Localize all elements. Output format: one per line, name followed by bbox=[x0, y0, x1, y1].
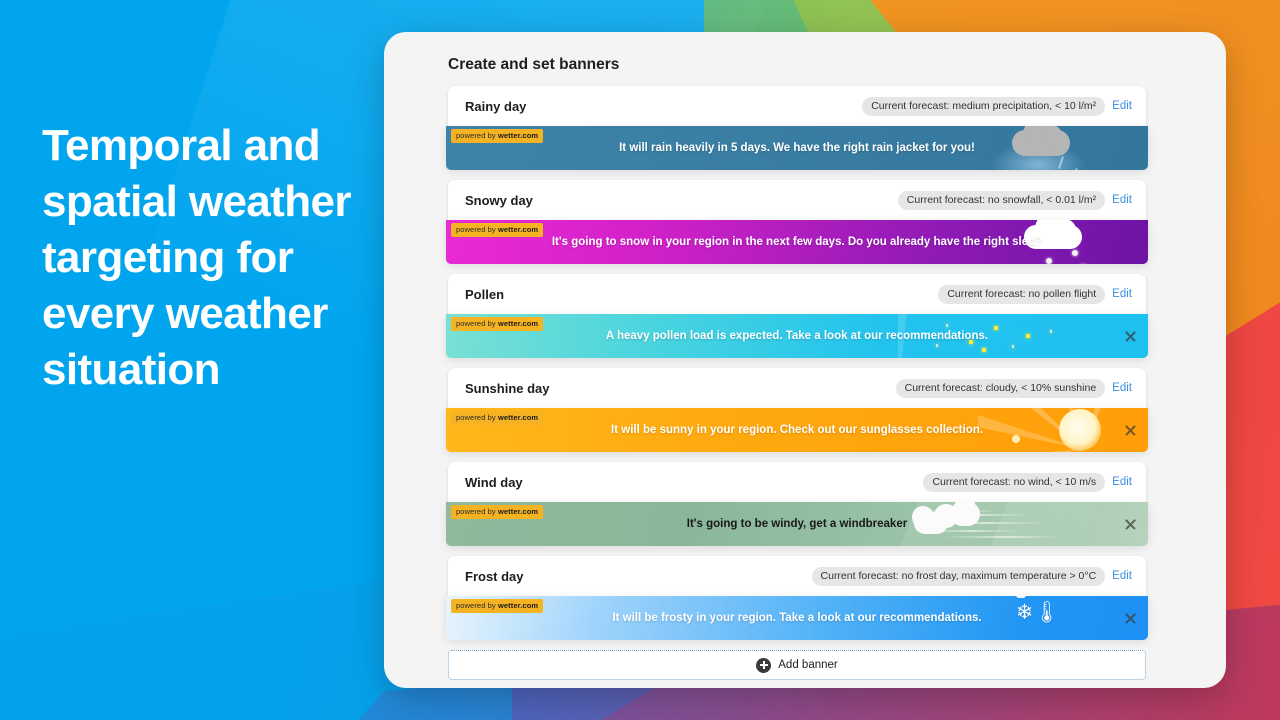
powered-by-badge: powered by wetter.com bbox=[451, 505, 544, 519]
banner-card: Rainy day Current forecast: medium preci… bbox=[446, 86, 1148, 170]
badge-prefix: powered by bbox=[456, 413, 498, 422]
badge-prefix: powered by bbox=[456, 131, 498, 140]
banner-card-header: Snowy day Current forecast: no snowfall,… bbox=[448, 180, 1146, 220]
banner-preview-strip: powered by wetter.com It will be sunny i… bbox=[446, 408, 1148, 452]
banner-title: Wind day bbox=[465, 474, 523, 490]
powered-by-badge: powered by wetter.com bbox=[451, 317, 544, 331]
app-panel-content: Create and set banners Rainy day Current… bbox=[446, 32, 1226, 688]
banner-title: Rainy day bbox=[465, 98, 527, 114]
edit-banner-link[interactable]: Edit bbox=[1112, 382, 1132, 394]
powered-by-badge: powered by wetter.com bbox=[451, 411, 544, 425]
close-icon[interactable] bbox=[1124, 424, 1137, 437]
close-icon[interactable] bbox=[1124, 518, 1137, 531]
edit-banner-link[interactable]: Edit bbox=[1112, 476, 1132, 488]
banner-title: Frost day bbox=[465, 568, 524, 584]
banner-header-actions: Current forecast: medium precipitation, … bbox=[862, 96, 1132, 116]
banner-header-actions: Current forecast: no wind, < 10 m/s Edit bbox=[923, 472, 1132, 492]
banner-card-header: Pollen Current forecast: no pollen fligh… bbox=[448, 274, 1146, 314]
badge-brand: wetter.com bbox=[497, 319, 539, 328]
badge-prefix: powered by bbox=[456, 225, 498, 234]
close-icon[interactable] bbox=[1124, 612, 1137, 625]
banner-title: Snowy day bbox=[465, 192, 533, 208]
banner-card: Frost day Current forecast: no frost day… bbox=[446, 556, 1148, 640]
close-icon[interactable] bbox=[1124, 330, 1137, 343]
edit-banner-link[interactable]: Edit bbox=[1112, 570, 1132, 582]
powered-by-badge: powered by wetter.com bbox=[451, 223, 544, 237]
banner-card: Wind day Current forecast: no wind, < 10… bbox=[446, 462, 1148, 546]
banner-card-header: Frost day Current forecast: no frost day… bbox=[448, 556, 1146, 596]
banner-title: Sunshine day bbox=[465, 380, 550, 396]
banner-card: Snowy day Current forecast: no snowfall,… bbox=[446, 180, 1148, 264]
banner-card: Sunshine day Current forecast: cloudy, <… bbox=[446, 368, 1148, 452]
banner-preview-strip: powered by wetter.com It's going to be w… bbox=[446, 502, 1148, 546]
banner-header-actions: Current forecast: cloudy, < 10% sunshine… bbox=[895, 378, 1132, 398]
banner-message: It will be frosty in your region. Take a… bbox=[612, 612, 982, 624]
banner-preview-strip: powered by wetter.com It's going to snow… bbox=[446, 220, 1148, 264]
banner-preview-strip: powered by wetter.com A heavy pollen loa… bbox=[446, 314, 1148, 358]
banner-list: Rainy day Current forecast: medium preci… bbox=[446, 86, 1148, 640]
forecast-status-pill: Current forecast: no snowfall, < 0.01 l/… bbox=[897, 190, 1106, 210]
banner-message: It will rain heavily in 5 days. We have … bbox=[619, 142, 975, 154]
badge-prefix: powered by bbox=[456, 319, 498, 328]
banner-message: It will be sunny in your region. Check o… bbox=[611, 424, 983, 436]
add-banner-button[interactable]: Add banner bbox=[448, 650, 1146, 680]
forecast-status-pill: Current forecast: cloudy, < 10% sunshine bbox=[895, 378, 1106, 398]
banner-message: It's going to be windy, get a windbreake… bbox=[686, 518, 908, 530]
plus-icon bbox=[756, 657, 772, 673]
banner-card-header: Wind day Current forecast: no wind, < 10… bbox=[448, 462, 1146, 502]
badge-prefix: powered by bbox=[456, 601, 498, 610]
banner-message: It's going to snow in your region in the… bbox=[551, 236, 1043, 248]
powered-by-badge: powered by wetter.com bbox=[451, 599, 544, 613]
banner-header-actions: Current forecast: no snowfall, < 0.01 l/… bbox=[897, 190, 1132, 210]
badge-brand: wetter.com bbox=[497, 413, 539, 422]
add-banner-label: Add banner bbox=[778, 659, 838, 671]
powered-by-badge: powered by wetter.com bbox=[451, 129, 544, 143]
forecast-status-pill: Current forecast: medium precipitation, … bbox=[862, 96, 1106, 116]
page-title: Create and set banners bbox=[448, 56, 620, 73]
banner-header-actions: Current forecast: no frost day, maximum … bbox=[811, 566, 1132, 586]
forecast-status-pill: Current forecast: no frost day, maximum … bbox=[811, 566, 1106, 586]
banner-title: Pollen bbox=[465, 286, 505, 302]
edit-banner-link[interactable]: Edit bbox=[1112, 288, 1132, 300]
badge-brand: wetter.com bbox=[497, 507, 539, 516]
banner-header-actions: Current forecast: no pollen flight Edit bbox=[938, 284, 1132, 304]
badge-prefix: powered by bbox=[456, 507, 498, 516]
badge-brand: wetter.com bbox=[497, 601, 539, 610]
forecast-status-pill: Current forecast: no wind, < 10 m/s bbox=[923, 472, 1106, 492]
badge-brand: wetter.com bbox=[497, 131, 539, 140]
forecast-status-pill: Current forecast: no pollen flight bbox=[938, 284, 1106, 304]
edit-banner-link[interactable]: Edit bbox=[1112, 194, 1132, 206]
hero-headline: Temporal and spatial weather targeting f… bbox=[42, 121, 352, 394]
banner-message: A heavy pollen load is expected. Take a … bbox=[605, 330, 989, 342]
edit-banner-link[interactable]: Edit bbox=[1112, 100, 1132, 112]
banner-preview-strip: powered by wetter.com It will rain heavi… bbox=[446, 126, 1148, 170]
banner-card-header: Sunshine day Current forecast: cloudy, <… bbox=[448, 368, 1146, 408]
badge-brand: wetter.com bbox=[497, 225, 539, 234]
banner-preview-strip: ❄🌡 powered by wetter.com It will be fros… bbox=[446, 596, 1148, 640]
banner-card-header: Rainy day Current forecast: medium preci… bbox=[448, 86, 1146, 126]
app-panel: Create and set banners Rainy day Current… bbox=[384, 32, 1226, 688]
banner-card: Pollen Current forecast: no pollen fligh… bbox=[446, 274, 1148, 358]
